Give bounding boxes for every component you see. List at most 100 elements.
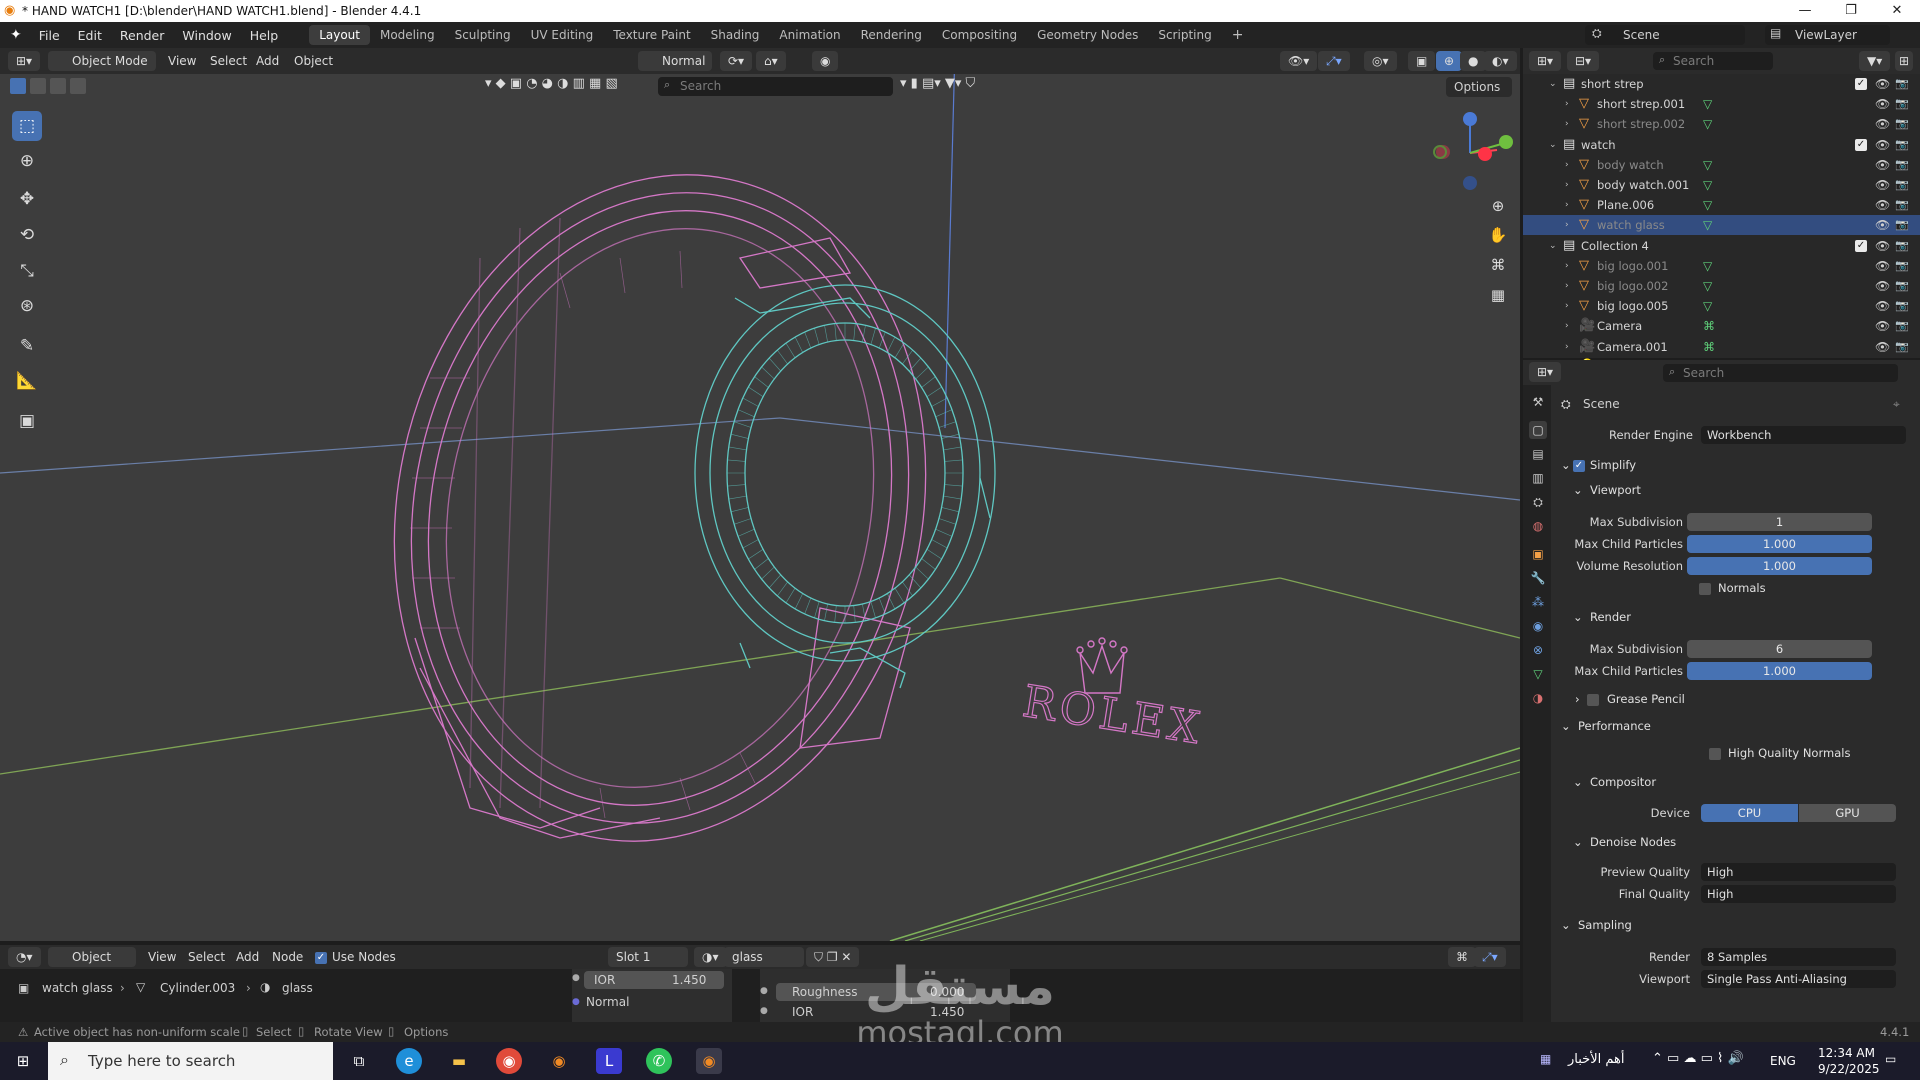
breadcrumb-mesh[interactable]: Cylinder.003 xyxy=(160,981,235,995)
camera-view-icon[interactable]: ⌘ xyxy=(1485,252,1511,278)
expand-icon[interactable]: › xyxy=(1565,114,1569,134)
slot-dropdown[interactable]: Slot 1 xyxy=(608,947,688,967)
measure-tool[interactable]: 📐 xyxy=(12,366,42,396)
l-app-icon[interactable]: L xyxy=(596,1048,622,1074)
render-subsection[interactable]: Render xyxy=(1590,610,1631,624)
windows-start-icon[interactable]: ⊞ xyxy=(10,1048,36,1074)
mode-dropdown[interactable]: Object Mode xyxy=(48,51,156,71)
outliner-filter-icon[interactable]: ▼▾ xyxy=(1859,51,1891,71)
render-camera-icon[interactable]: 📷 xyxy=(1895,155,1909,175)
node-menu-node[interactable]: Node xyxy=(272,947,303,967)
outliner-row-watch[interactable]: ⌄ ▤ watch ✓ 👁 📷 xyxy=(1523,135,1920,155)
render-camera-icon[interactable]: 📷 xyxy=(1895,175,1909,195)
navigation-gizmo[interactable] xyxy=(1425,108,1515,198)
collapse-icon[interactable]: ⌄ xyxy=(1549,74,1557,94)
viewport-subsection[interactable]: Viewport xyxy=(1590,483,1641,497)
outliner-row-big-logo-001[interactable]: › ▽ big logo.001 👁 📷 ▽ xyxy=(1523,256,1920,276)
compositor-subsection[interactable]: Compositor xyxy=(1590,775,1656,789)
clock-time[interactable]: 12:34 AM xyxy=(1818,1046,1875,1060)
select-mode-new-icon[interactable] xyxy=(10,78,26,94)
visibility-eye-icon[interactable]: 👁 xyxy=(1875,256,1890,276)
visibility-eye-icon[interactable]: 👁 xyxy=(1875,94,1890,114)
tab-geometry-nodes[interactable]: Geometry Nodes xyxy=(1027,25,1148,45)
language-indicator[interactable]: ENG xyxy=(1770,1054,1796,1068)
snap-icon[interactable]: ⌂▾ xyxy=(756,51,786,71)
tab-scripting[interactable]: Scripting xyxy=(1148,25,1221,45)
material-name-field[interactable]: glass xyxy=(724,947,804,967)
expand-icon[interactable]: › xyxy=(1565,256,1569,276)
scene-selector[interactable]: Scene xyxy=(1585,25,1745,45)
expand-icon[interactable]: › xyxy=(1565,155,1569,175)
simplify-section[interactable]: Simplify xyxy=(1590,458,1636,472)
expand-icon[interactable]: › xyxy=(1565,215,1569,235)
outliner-row-camera[interactable]: › 🎥 Camera 👁 📷 ⌘ xyxy=(1523,316,1920,336)
outliner-row-short-strep-001[interactable]: › ▽ short strep.001 👁 📷 ▽ xyxy=(1523,94,1920,114)
render-camera-icon[interactable]: 📷 xyxy=(1895,337,1909,357)
select-mode-intersect-icon[interactable] xyxy=(70,78,86,94)
render-max-child-particles-field[interactable]: 1.000 xyxy=(1687,662,1872,680)
system-tray-icons[interactable]: ⌃ ▭ ☁ ▭ ⌇ 🔊 xyxy=(1652,1051,1744,1066)
simplify-collapse-icon[interactable]: ⌄ xyxy=(1561,458,1571,472)
viewport-collapse-icon[interactable]: ⌄ xyxy=(1573,483,1583,497)
menu-file[interactable]: File xyxy=(30,28,69,43)
options-dropdown[interactable]: Options xyxy=(1446,77,1512,97)
render-camera-icon[interactable]: 📷 xyxy=(1895,316,1909,336)
shading-material-icon[interactable]: ◐▾ xyxy=(1484,51,1517,71)
tab-modeling[interactable]: Modeling xyxy=(370,25,445,45)
viewport-search-input[interactable]: Search xyxy=(658,77,893,96)
material-tab-icon[interactable]: ◑ xyxy=(1529,689,1547,707)
node-panel-left[interactable]: ● IOR 1.450 ● Normal xyxy=(572,969,732,1022)
expand-icon[interactable]: › xyxy=(1565,175,1569,195)
tab-animation[interactable]: Animation xyxy=(769,25,850,45)
view-layer-tab-icon[interactable]: ▥ xyxy=(1529,469,1547,487)
render-camera-icon[interactable]: 📷 xyxy=(1895,215,1909,235)
menu-window[interactable]: Window xyxy=(173,28,240,43)
menu-edit[interactable]: Edit xyxy=(69,28,111,43)
node-snap-icon[interactable]: ⤢▾ xyxy=(1474,947,1506,967)
normals-checkbox[interactable] xyxy=(1699,583,1711,595)
transform-orientation-dropdown[interactable]: Normal xyxy=(638,51,712,71)
menu-add[interactable]: Add xyxy=(256,51,279,71)
collapse-icon[interactable]: ⌄ xyxy=(1549,236,1557,256)
scale-tool[interactable]: ⤡ xyxy=(12,256,42,286)
annotate-tool[interactable]: ✎ xyxy=(12,331,42,361)
outliner-row-short-strep-002[interactable]: › ▽ short strep.002 👁 📷 ▽ xyxy=(1523,114,1920,134)
outliner-row-body-watch[interactable]: › ▽ body watch 👁 📷 ▽ xyxy=(1523,155,1920,175)
sampling-section[interactable]: Sampling xyxy=(1578,918,1632,932)
device-cpu-button[interactable]: CPU xyxy=(1701,804,1798,822)
viewport-max-subdivision-field[interactable]: 1 xyxy=(1687,513,1872,531)
3d-viewport[interactable]: ROLEX xyxy=(0,48,1520,941)
visibility-eye-icon[interactable]: 👁 xyxy=(1875,135,1890,155)
expand-icon[interactable]: › xyxy=(1565,195,1569,215)
expand-icon[interactable]: › xyxy=(1565,94,1569,114)
new-collection-icon[interactable]: ⊞ xyxy=(1895,51,1914,71)
performance-section[interactable]: Performance xyxy=(1578,719,1651,733)
menu-object[interactable]: Object xyxy=(294,51,333,71)
tab-uv-editing[interactable]: UV Editing xyxy=(521,25,604,45)
render-camera-icon[interactable]: 📷 xyxy=(1895,296,1909,316)
zoom-icon[interactable]: ⊕ xyxy=(1485,193,1511,219)
denoise-nodes-subsection[interactable]: Denoise Nodes xyxy=(1590,835,1676,849)
properties-editor-icon[interactable]: ⊞▾ xyxy=(1529,362,1562,382)
visibility-eye-icon[interactable]: 👁 xyxy=(1875,296,1890,316)
grease-pencil-subsection[interactable]: Grease Pencil xyxy=(1607,692,1685,706)
performance-collapse-icon[interactable]: ⌄ xyxy=(1561,719,1571,733)
visibility-eye-icon[interactable]: 👁 xyxy=(1875,114,1890,134)
outliner-row-body-watch-001[interactable]: › ▽ body watch.001 👁 📷 ▽ xyxy=(1523,175,1920,195)
node-menu-add[interactable]: Add xyxy=(236,947,259,967)
visibility-eye-icon[interactable]: 👁 xyxy=(1875,74,1890,94)
high-quality-normals-checkbox[interactable] xyxy=(1709,748,1721,760)
device-gpu-button[interactable]: GPU xyxy=(1799,804,1896,822)
visibility-eye-icon[interactable]: 👁 xyxy=(1875,215,1890,235)
physics-tab-icon[interactable]: ◉ xyxy=(1529,617,1547,635)
proportional-edit-icon[interactable]: ◉ xyxy=(812,51,839,71)
render-tab-icon[interactable]: ▢ xyxy=(1529,421,1547,439)
data-tab-icon[interactable]: ▽ xyxy=(1529,665,1547,683)
render-engine-dropdown[interactable]: Workbench xyxy=(1701,426,1906,444)
modifier-tab-icon[interactable]: 🔧 xyxy=(1529,569,1547,587)
material-browse-icon[interactable]: ◑▾ xyxy=(694,947,727,967)
collection-checkbox[interactable]: ✓ xyxy=(1855,138,1867,151)
sampling-viewport-dropdown[interactable]: Single Pass Anti-Aliasing xyxy=(1701,970,1896,988)
expand-icon[interactable]: › xyxy=(1565,337,1569,357)
rotate-tool[interactable]: ⟲ xyxy=(12,220,42,250)
